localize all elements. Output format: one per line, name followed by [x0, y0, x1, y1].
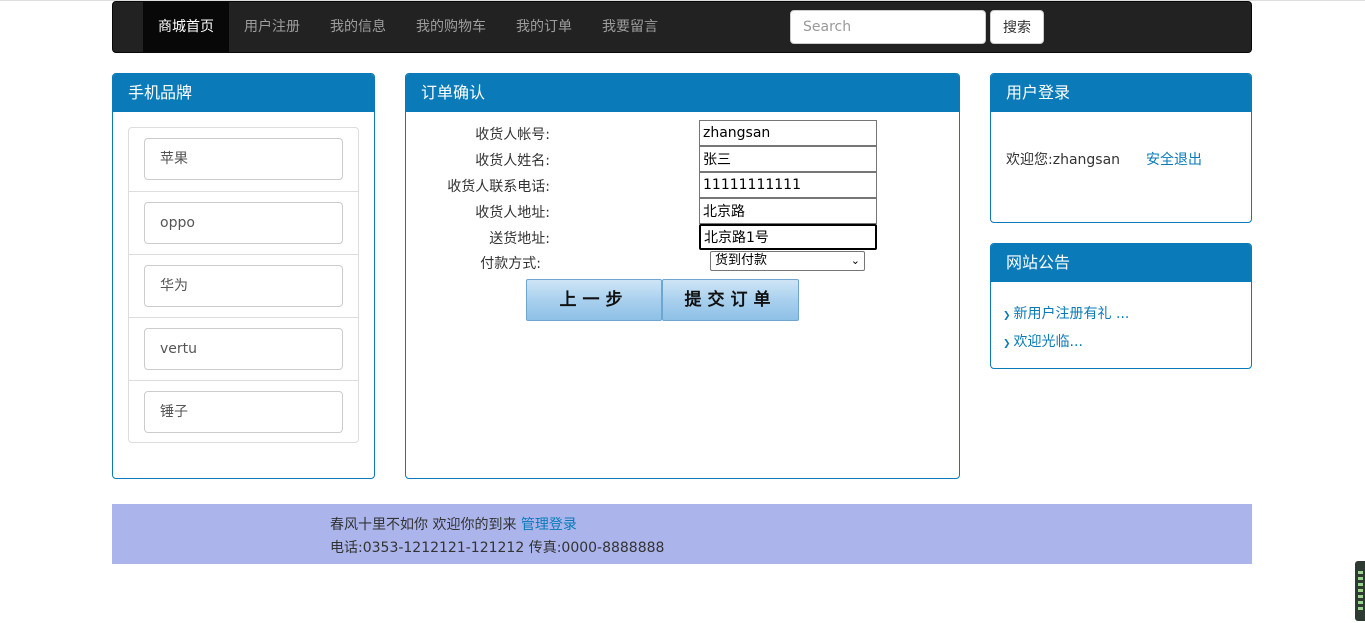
chevron-right-icon: ❯: [1003, 339, 1011, 349]
footer-line-1: 春风十里不如你 欢迎你的到来 管理登录: [330, 514, 577, 534]
order-confirm-panel: 订单确认 收货人帐号: 收货人姓名: 收货人联系电话: 收货人地址: 送货地址:…: [405, 73, 960, 479]
brands-panel: 手机品牌 苹果 oppo 华为 vertu 锤子: [112, 73, 375, 479]
widget-bar: [1358, 571, 1363, 574]
widget-bar: [1358, 583, 1363, 586]
list-item: 华为: [129, 254, 358, 317]
widget-bar: [1358, 601, 1363, 604]
search-button[interactable]: 搜索: [990, 10, 1044, 44]
order-panel-title: 订单确认: [406, 74, 959, 112]
account-label: 收货人帐号:: [475, 127, 550, 143]
logout-link[interactable]: 安全退出: [1146, 149, 1202, 169]
list-item: 锤子: [129, 380, 358, 443]
site-footer: 春风十里不如你 欢迎你的到来 管理登录 电话:0353-1212121-1212…: [112, 504, 1252, 564]
widget-bar: [1358, 589, 1363, 592]
payment-label: 付款方式:: [480, 256, 541, 272]
address-label: 收货人地址:: [475, 205, 550, 221]
user-login-panel: 用户登录 欢迎您:zhangsan 安全退出: [990, 73, 1252, 223]
list-item: 苹果: [129, 128, 358, 191]
side-widget[interactable]: [1355, 561, 1365, 621]
address-input[interactable]: [699, 198, 877, 224]
notice-text: 新用户注册有礼 ...: [1013, 306, 1130, 322]
chevron-right-icon: ❯: [1003, 311, 1011, 321]
brand-list: 苹果 oppo 华为 vertu 锤子: [128, 127, 359, 443]
list-item: vertu: [129, 317, 358, 380]
notice-panel-title: 网站公告: [991, 244, 1251, 282]
delivery-address-label: 送货地址:: [489, 231, 550, 247]
welcome-text: 欢迎您:zhangsan: [1006, 152, 1121, 168]
phone-label: 收货人联系电话:: [447, 179, 550, 195]
nav-item-message[interactable]: 我要留言: [587, 2, 673, 52]
brand-button-oppo[interactable]: oppo: [144, 202, 343, 244]
notice-link-new-user[interactable]: ❯ 新用户注册有礼 ...: [1003, 303, 1129, 323]
brands-panel-title: 手机品牌: [113, 74, 374, 112]
widget-bar: [1358, 595, 1363, 598]
widget-bar: [1358, 607, 1363, 610]
nav-item-orders[interactable]: 我的订单: [501, 2, 587, 52]
submit-order-button[interactable]: 提交订单: [662, 279, 799, 321]
widget-bar: [1358, 577, 1363, 580]
notice-link-welcome[interactable]: ❯ 欢迎光临...: [1003, 331, 1083, 351]
nav-item-cart[interactable]: 我的购物车: [401, 2, 501, 52]
chevron-down-icon: ⌄: [850, 254, 860, 267]
list-item: oppo: [129, 191, 358, 254]
payment-method-select[interactable]: 货到付款 ⌄: [710, 251, 865, 271]
nav-item-home[interactable]: 商城首页: [143, 2, 229, 52]
account-input[interactable]: [699, 120, 877, 146]
nav-item-register[interactable]: 用户注册: [229, 2, 315, 52]
login-panel-title: 用户登录: [991, 74, 1251, 112]
nav-item-my-info[interactable]: 我的信息: [315, 2, 401, 52]
brand-button-vertu[interactable]: vertu: [144, 328, 343, 370]
notice-text: 欢迎光临...: [1013, 334, 1083, 350]
footer-slogan: 春风十里不如你 欢迎你的到来: [330, 517, 517, 533]
search-input[interactable]: [790, 10, 986, 44]
site-notice-panel: 网站公告 ❯ 新用户注册有礼 ... ❯ 欢迎光临...: [990, 243, 1252, 369]
top-navbar: 商城首页 用户注册 我的信息 我的购物车 我的订单 我要留言 搜索: [112, 1, 1252, 53]
name-label: 收货人姓名:: [475, 153, 550, 169]
brand-button-huawei[interactable]: 华为: [144, 265, 343, 307]
footer-contact: 电话:0353-1212121-121212 传真:0000-8888888: [330, 540, 665, 556]
payment-method-value: 货到付款: [715, 253, 768, 268]
phone-input[interactable]: [699, 172, 877, 198]
brand-button-apple[interactable]: 苹果: [144, 138, 343, 180]
name-input[interactable]: [699, 146, 877, 172]
prev-step-button[interactable]: 上一步: [526, 279, 662, 321]
brand-button-smartisan[interactable]: 锤子: [144, 391, 343, 433]
admin-login-link[interactable]: 管理登录: [521, 517, 577, 533]
delivery-address-input[interactable]: [699, 224, 877, 250]
